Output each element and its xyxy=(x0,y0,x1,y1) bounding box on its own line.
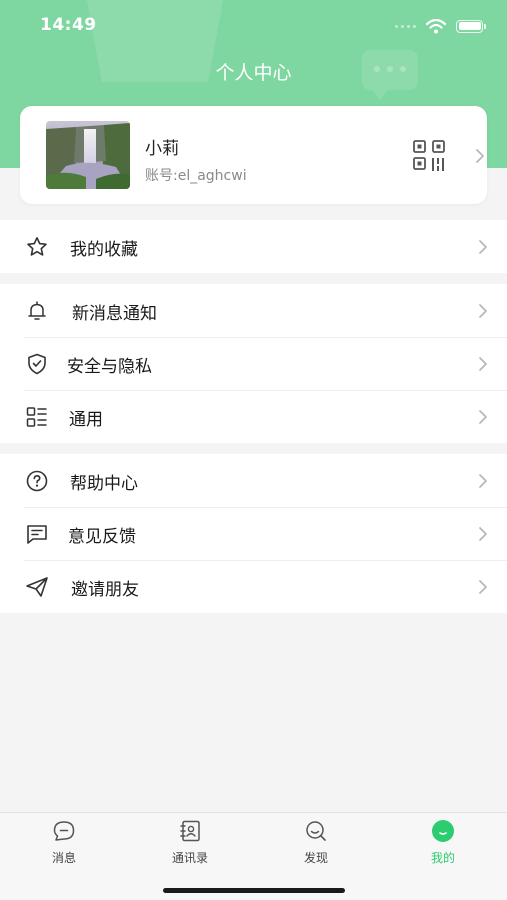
chevron-right-icon xyxy=(479,580,487,594)
home-indicator xyxy=(163,888,345,893)
tab-discover[interactable]: 发现 xyxy=(271,819,361,865)
menu-item-label: 我的收藏 xyxy=(70,240,138,260)
menu-item-notifications[interactable]: 新消息通知 xyxy=(0,284,507,337)
help-circle-icon xyxy=(26,470,48,492)
chevron-right-icon xyxy=(479,357,487,371)
tab-label: 我的 xyxy=(430,851,455,865)
avatar[interactable] xyxy=(46,121,130,189)
feedback-icon xyxy=(27,525,47,544)
tab-me[interactable]: 我的 xyxy=(398,819,488,865)
menu-group-favorites: 我的收藏 xyxy=(0,220,507,273)
page-title: 个人中心 xyxy=(215,62,292,84)
tab-messages[interactable]: 消息 xyxy=(19,819,109,865)
tab-label: 通讯录 xyxy=(171,851,208,865)
wifi-icon xyxy=(426,18,446,33)
chevron-right-icon xyxy=(479,304,487,318)
menu-item-invite-friends[interactable]: 邀请朋友 xyxy=(0,560,507,613)
menu-item-feedback[interactable]: 意见反馈 xyxy=(0,507,507,560)
status-icons xyxy=(395,18,486,34)
contacts-book-icon xyxy=(180,820,200,842)
signal-icon xyxy=(395,24,416,28)
paper-plane-icon xyxy=(26,577,48,597)
menu-group-settings: 新消息通知 安全与隐私 通用 xyxy=(0,284,507,443)
chevron-right-icon xyxy=(479,527,487,541)
discover-icon xyxy=(306,821,326,841)
menu-group-support: 帮助中心 意见反馈 邀请朋友 xyxy=(0,454,507,613)
smile-icon xyxy=(432,820,454,842)
battery-icon xyxy=(456,19,486,33)
chevron-right-icon xyxy=(479,410,487,424)
screen: 14:49 个人中心 小莉 账号:el_aghcwi 我的收藏 新消息通知 安全… xyxy=(0,0,507,900)
list-icon xyxy=(26,407,47,427)
chevron-right-icon xyxy=(479,240,487,254)
menu-item-favorites[interactable]: 我的收藏 xyxy=(0,220,507,273)
menu-item-security-privacy[interactable]: 安全与隐私 xyxy=(0,337,507,390)
status-time: 14:49 xyxy=(40,15,97,35)
qr-code-icon[interactable] xyxy=(412,139,446,171)
chevron-right-icon xyxy=(479,474,487,488)
tab-label: 发现 xyxy=(303,851,328,865)
account-id: 账号:el_aghcwi xyxy=(145,168,247,184)
profile-card[interactable]: 小莉 账号:el_aghcwi xyxy=(20,106,487,204)
tab-bar: 消息 通讯录 发现 我的 xyxy=(0,812,507,900)
bell-icon xyxy=(28,301,46,320)
menu-item-label: 邀请朋友 xyxy=(71,580,139,600)
menu-item-label: 通用 xyxy=(69,410,103,430)
menu-item-label: 安全与隐私 xyxy=(67,357,152,377)
menu-item-general[interactable]: 通用 xyxy=(0,390,507,443)
chevron-right-icon[interactable] xyxy=(475,148,485,164)
star-icon xyxy=(27,237,47,256)
menu-item-label: 意见反馈 xyxy=(68,527,136,547)
menu-item-label: 帮助中心 xyxy=(70,474,138,494)
tab-label: 消息 xyxy=(51,851,76,865)
shield-check-icon xyxy=(28,353,46,375)
menu-item-label: 新消息通知 xyxy=(72,304,157,324)
user-name: 小莉 xyxy=(145,139,179,159)
chat-bubble-icon xyxy=(53,821,75,841)
menu-item-help[interactable]: 帮助中心 xyxy=(0,454,507,507)
tab-contacts[interactable]: 通讯录 xyxy=(145,819,235,865)
